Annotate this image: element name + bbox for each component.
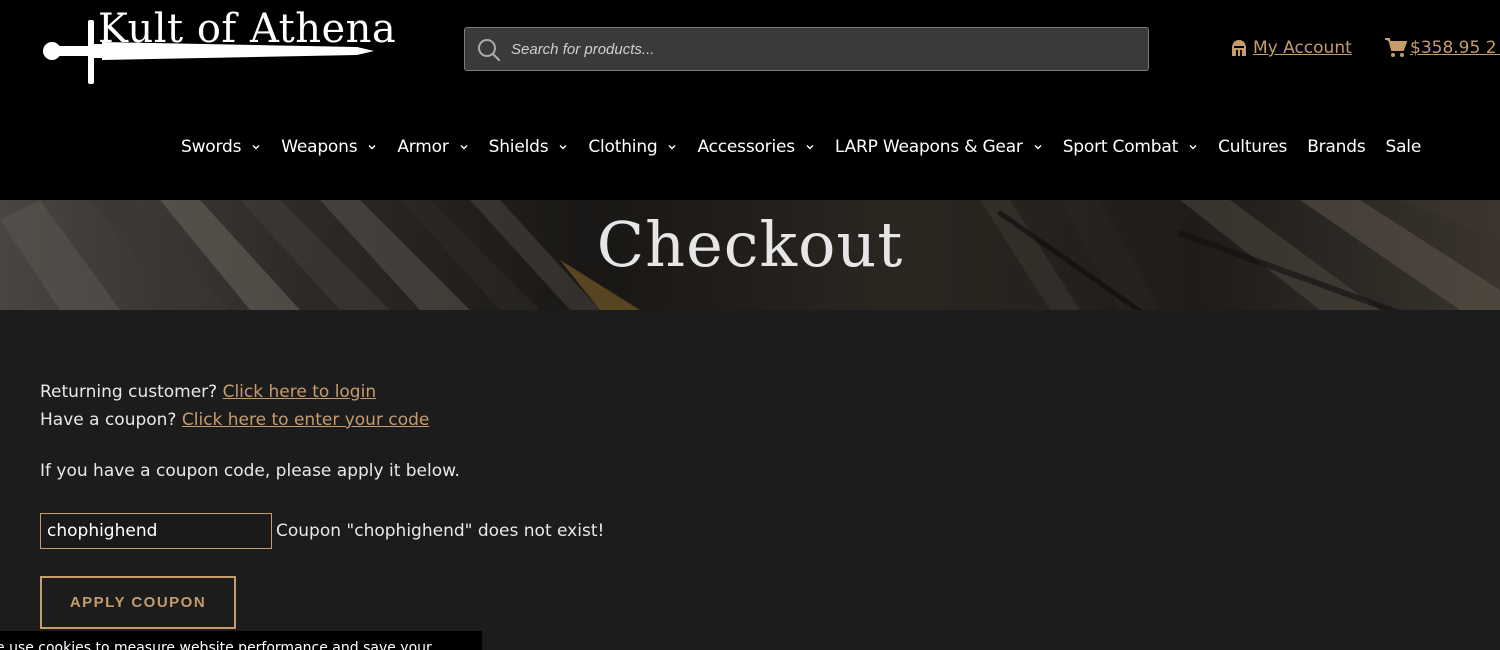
nav-item-swords[interactable]: Swords [181, 137, 261, 157]
cart-icon [1385, 38, 1407, 57]
search-icon[interactable] [477, 38, 501, 62]
page-title: Checkout [596, 208, 904, 281]
nav-item-label[interactable]: Sale [1386, 137, 1422, 157]
nav-item-label[interactable]: Brands [1307, 137, 1365, 157]
my-account-link[interactable]: My Account [1230, 38, 1352, 58]
chevron-down-icon[interactable] [1033, 142, 1043, 152]
coupon-prefix-text: Have a coupon? [40, 410, 177, 430]
nav-item-armor[interactable]: Armor [397, 137, 468, 157]
page: Kult of Athena My Account $358.95 2 i [0, 0, 1500, 650]
chevron-down-icon[interactable] [805, 142, 815, 152]
search-box[interactable] [464, 27, 1149, 71]
coupon-error-message: Coupon "chophighend" does not exist! [276, 521, 605, 541]
nav-item-label[interactable]: LARP Weapons & Gear [835, 137, 1023, 157]
nav-item-brands[interactable]: Brands [1307, 137, 1365, 157]
nav-item-sport-combat[interactable]: Sport Combat [1063, 137, 1198, 157]
nav-item-weapons[interactable]: Weapons [281, 137, 377, 157]
returning-customer-line: Returning customer? Click here to login [40, 382, 376, 402]
cookie-notice-text: e use cookies to measure website perform… [0, 640, 432, 650]
coupon-line: Have a coupon? Click here to enter your … [40, 410, 429, 430]
page-banner: Checkout [0, 200, 1500, 310]
login-link[interactable]: Click here to login [223, 382, 377, 402]
enter-coupon-link[interactable]: Click here to enter your code [182, 410, 429, 430]
nav-item-cultures[interactable]: Cultures [1218, 137, 1287, 157]
checkout-content: Returning customer? Click here to login … [0, 310, 1500, 650]
chevron-down-icon[interactable] [367, 142, 377, 152]
nav-item-shields[interactable]: Shields [489, 137, 569, 157]
nav-item-label[interactable]: Armor [397, 137, 448, 157]
nav-item-accessories[interactable]: Accessories [697, 137, 814, 157]
logo-text: Kult of Athena [98, 6, 397, 52]
search-input[interactable] [511, 28, 1131, 70]
nav-item-label[interactable]: Shields [489, 137, 549, 157]
apply-coupon-button[interactable]: APPLY COUPON [40, 576, 236, 629]
my-account-label[interactable]: My Account [1253, 38, 1352, 58]
nav-item-larp-weapons-gear[interactable]: LARP Weapons & Gear [835, 137, 1043, 157]
cart-link[interactable]: $358.95 2 i [1385, 38, 1500, 58]
nav-item-label[interactable]: Weapons [281, 137, 357, 157]
site-logo[interactable]: Kult of Athena [42, 4, 396, 86]
chevron-down-icon[interactable] [1188, 142, 1198, 152]
nav-item-label[interactable]: Clothing [588, 137, 657, 157]
chevron-down-icon[interactable] [667, 142, 677, 152]
returning-customer-text: Returning customer? [40, 382, 218, 402]
cookie-notice: e use cookies to measure website perform… [0, 631, 482, 650]
nav-item-label[interactable]: Swords [181, 137, 241, 157]
nav-item-label[interactable]: Sport Combat [1063, 137, 1179, 157]
site-header: Kult of Athena My Account $358.95 2 i [0, 0, 1500, 200]
cart-total[interactable]: $358.95 2 i [1410, 38, 1500, 58]
coupon-code-input[interactable] [40, 513, 272, 549]
nav-item-sale[interactable]: Sale [1386, 137, 1422, 157]
coupon-instructions: If you have a coupon code, please apply … [40, 461, 460, 481]
nav-item-label[interactable]: Accessories [697, 137, 795, 157]
nav-item-clothing[interactable]: Clothing [588, 137, 677, 157]
chevron-down-icon[interactable] [459, 142, 469, 152]
nav-item-label[interactable]: Cultures [1218, 137, 1287, 157]
helmet-icon [1232, 40, 1246, 56]
chevron-down-icon[interactable] [251, 142, 261, 152]
chevron-down-icon[interactable] [558, 142, 568, 152]
main-nav: Swords Weapons Armor Shields Clothing Accesso… [181, 132, 1441, 162]
